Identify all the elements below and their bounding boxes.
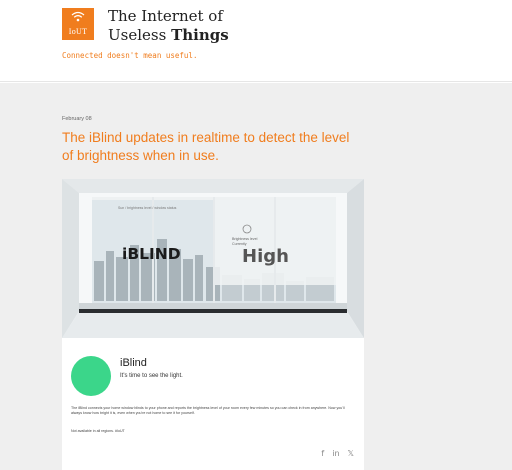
card-body: iBlind It's time to see the light. The i… <box>62 338 364 470</box>
site-title[interactable]: The Internet of Useless Things <box>108 7 229 45</box>
wifi-icon <box>62 11 94 26</box>
social-share-bar: f in 𝕏 <box>321 449 354 458</box>
post-title[interactable]: The iBlind updates in realtime to detect… <box>62 129 362 165</box>
logo-abbreviation: IoUT <box>68 27 88 36</box>
product-avatar[interactable] <box>71 356 111 396</box>
hero-level-value: High <box>242 246 289 267</box>
hero-brand: iBLIND <box>122 245 181 263</box>
hero-caption: Sun / brightness level / window status <box>118 206 177 210</box>
hero-level-caption: Brightness level <box>232 237 258 241</box>
product-name[interactable]: iBlind <box>120 357 147 369</box>
site-title-line1: The Internet of <box>108 7 223 25</box>
site-title-line2: Useless Things <box>108 26 229 44</box>
product-card: Sun / brightness level / window status i… <box>62 179 364 470</box>
site-header: IoUT The Internet of Useless Things Conn… <box>0 0 512 82</box>
twitter-icon[interactable]: 𝕏 <box>348 449 354 458</box>
site-logo[interactable]: IoUT <box>62 8 94 40</box>
product-description: The iBlind connects your home window bli… <box>71 406 345 416</box>
facebook-icon[interactable]: f <box>321 449 324 458</box>
window-scene-illustration: Sun / brightness level / window status i… <box>62 179 364 338</box>
hero-image: Sun / brightness level / window status i… <box>62 179 364 338</box>
product-tagline: It's time to see the light. <box>120 373 183 379</box>
linkedin-icon[interactable]: in <box>332 449 339 458</box>
site-tagline: Connected doesn't mean useful. <box>62 51 198 60</box>
post-date: February 08 <box>62 116 92 122</box>
product-by-line: Not available in all regions. #IoUT <box>71 429 125 433</box>
main-content: February 08 The iBlind updates in realti… <box>0 83 512 470</box>
